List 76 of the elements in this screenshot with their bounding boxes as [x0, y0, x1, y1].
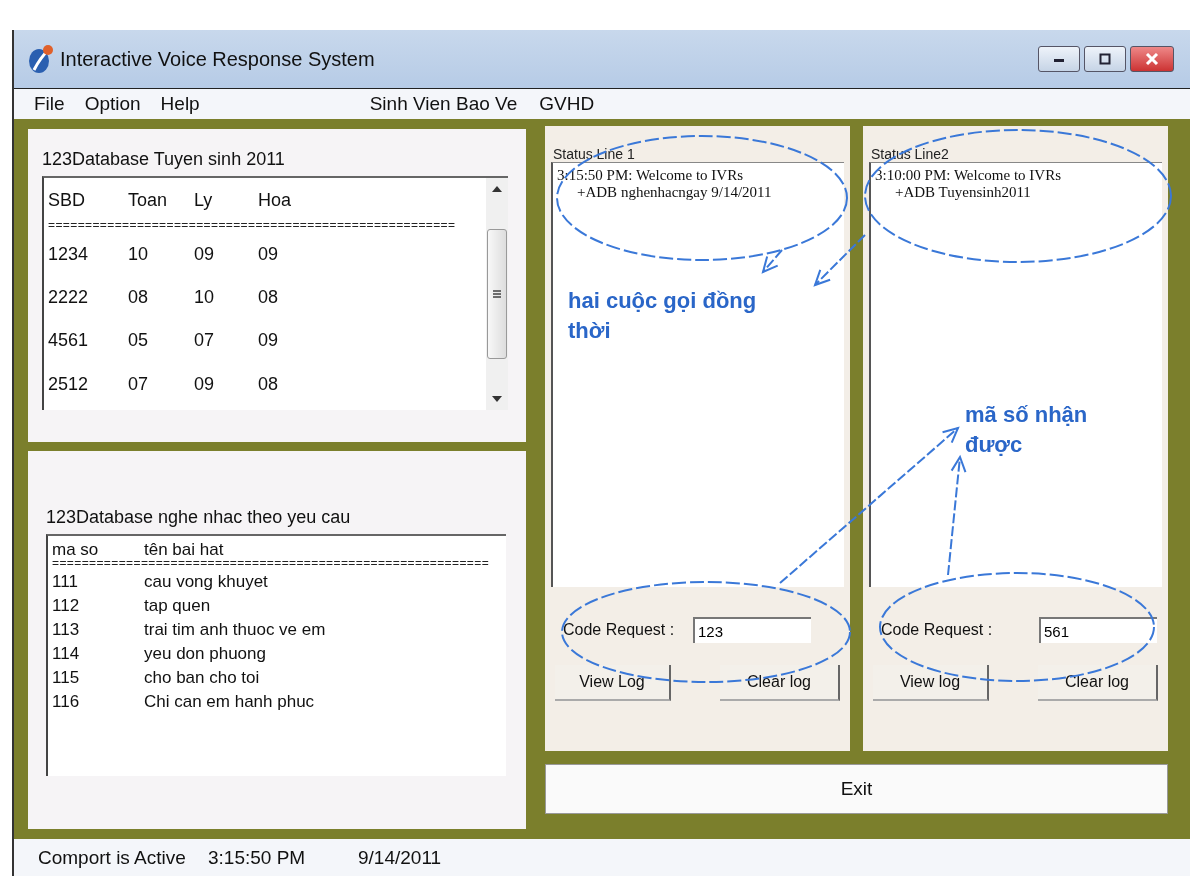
table-cell-text: 113 — [52, 620, 81, 640]
column-header: Ly — [194, 189, 214, 211]
table-cell-text: 07 — [194, 330, 216, 352]
status-text: 3:15:50 PM — [208, 846, 307, 869]
table-cell-text: Chi can em hanh phuc — [144, 692, 316, 712]
table-cell-text: 2222 — [48, 287, 90, 309]
clear-log-button[interactable]: Clear log — [1038, 665, 1158, 701]
menu-item[interactable]: GVHD — [539, 93, 595, 115]
code-request-field[interactable]: 561 — [1039, 617, 1157, 643]
table-cell-text: 10 — [128, 243, 150, 265]
panel-title: 123Database nghe nhac theo yeu cau — [46, 507, 352, 528]
close-button[interactable] — [1130, 46, 1174, 72]
table-cell-text: 115 — [52, 668, 81, 688]
list-box[interactable] — [46, 534, 506, 776]
code-request-field[interactable]: 123 — [693, 617, 811, 643]
annotation-arrow — [761, 249, 783, 274]
annotation-arrow — [813, 234, 866, 287]
table-cell-text: 4561 — [48, 330, 90, 352]
scroll-up-icon[interactable] — [492, 186, 502, 192]
panel-title: Status Line2 — [871, 146, 950, 162]
table-cell-text: 08 — [258, 287, 280, 309]
table-cell-text: tap quen — [144, 596, 212, 616]
annotation-text: mã số nhận được — [965, 401, 1089, 459]
exit-button[interactable]: Exit — [545, 764, 1168, 814]
maximize-icon — [1099, 53, 1111, 65]
log-line: +ADB nghenhacngay 9/14/2011 — [577, 184, 773, 201]
view-log-button[interactable]: View Log — [555, 665, 671, 701]
separator-line: ======================================================= — [48, 218, 457, 233]
column-header: Toan — [128, 189, 169, 211]
field-label: Code Request : — [563, 621, 676, 639]
table-cell-text: 07 — [128, 373, 150, 395]
menu-item[interactable]: Option — [84, 93, 141, 115]
table-cell-text: 111 — [52, 572, 79, 592]
table-cell-text: 09 — [258, 330, 280, 352]
scroll-thumb[interactable] — [487, 229, 507, 359]
close-icon — [1145, 53, 1159, 65]
table-cell-text: 2512 — [48, 373, 90, 395]
table-cell-text: 1234 — [48, 243, 90, 265]
column-header: Hoa — [258, 189, 293, 211]
panel-title: Status Line 1 — [553, 146, 636, 162]
table-cell-text: 112 — [52, 596, 81, 616]
table-cell-text: 09 — [194, 243, 216, 265]
log-line: +ADB Tuyensinh2011 — [895, 184, 1032, 201]
annotation-text: hai cuộc gọi đồng thời — [568, 287, 758, 345]
list-box[interactable]: SBD Toan Ly Hoa ======================================================= 1234 10 09 09 2222 08 10 08 4561 05 07 09 2512 07 09 08 — [42, 176, 508, 410]
table-cell-text: 10 — [194, 287, 216, 309]
table-cell-text: yeu don phuong — [144, 644, 267, 664]
maximize-button[interactable] — [1084, 46, 1126, 72]
menu-item[interactable]: Sinh Vien Bao Ve — [369, 93, 518, 115]
clear-log-button[interactable]: Clear log — [720, 665, 840, 701]
field-label: Code Request : — [881, 621, 994, 639]
table-cell-text: 08 — [258, 373, 280, 395]
menu-item[interactable]: Help — [160, 93, 200, 115]
app-logo-icon — [28, 44, 54, 74]
table-cell-text: cho ban cho toi — [144, 668, 261, 688]
panel-title: 123Database Tuyen sinh 2011 — [42, 149, 286, 170]
table-cell-text: trai tim anh thuoc ve em — [144, 620, 327, 640]
table-cell-text: cau vong khuyet — [144, 572, 269, 592]
table-cell-text: 09 — [194, 373, 216, 395]
view-log-button[interactable]: View log — [873, 665, 989, 701]
grip-icon — [493, 290, 501, 298]
status-text: Comport is Active — [38, 846, 187, 869]
table-cell-text: 114 — [52, 644, 81, 664]
log-line: 3:15:50 PM: Welcome to IVRs — [557, 167, 744, 184]
table-cell-text: 05 — [128, 330, 150, 352]
scroll-down-icon[interactable] — [492, 396, 502, 402]
status-text: 9/14/2011 — [358, 846, 443, 869]
table-cell-text: 116 — [52, 692, 81, 712]
window-title: Interactive Voice Response System — [60, 47, 376, 71]
column-header: SBD — [48, 189, 86, 211]
minimize-button[interactable] — [1038, 46, 1080, 72]
menu-item[interactable]: File — [34, 93, 65, 115]
log-line: 3:10:00 PM: Welcome to IVRs — [875, 167, 1062, 184]
table-cell-text: 09 — [258, 243, 280, 265]
scrollbar[interactable] — [486, 178, 508, 410]
table-cell-text: 08 — [128, 287, 150, 309]
